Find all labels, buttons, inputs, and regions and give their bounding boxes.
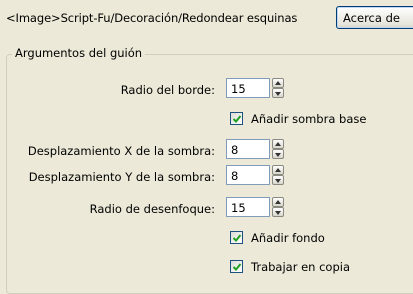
blur-radius-label: Radio de desenfoque: (89, 202, 215, 216)
border-radius-label: Radio del borde: (120, 83, 215, 97)
spin-up-icon[interactable] (272, 165, 284, 175)
shadow-y-offset-label: Desplazamiento Y de la sombra: (28, 170, 215, 184)
blur-radius-spinner[interactable] (272, 197, 284, 217)
spin-down-icon[interactable] (272, 175, 284, 185)
checkmark-icon (232, 263, 242, 271)
shadow-y-offset-spinner[interactable] (272, 165, 284, 185)
spin-up-icon[interactable] (272, 139, 284, 149)
checkbox-box[interactable] (230, 260, 243, 273)
checkbox-label: Añadir fondo (251, 231, 325, 245)
about-button[interactable]: Acerca de (336, 6, 413, 29)
shadow-x-offset-label: Desplazamiento X de la sombra: (27, 144, 215, 158)
script-header: <Image>Script-Fu/Decoración/Redondear es… (0, 0, 413, 34)
spin-down-icon[interactable] (272, 149, 284, 159)
spin-down-icon[interactable] (272, 88, 284, 98)
shadow-x-offset-input[interactable] (226, 139, 270, 159)
spin-up-icon[interactable] (272, 197, 284, 207)
checkbox-box[interactable] (230, 112, 243, 125)
group-title: Argumentos del guión (12, 46, 146, 60)
border-radius-input[interactable] (226, 78, 270, 98)
border-radius-spinner[interactable] (272, 78, 284, 98)
spin-up-icon[interactable] (272, 78, 284, 88)
checkbox-label: Trabajar en copia (251, 260, 351, 274)
spin-down-icon[interactable] (272, 207, 284, 217)
script-path-label: <Image>Script-Fu/Decoración/Redondear es… (6, 11, 298, 25)
blur-radius-input[interactable] (226, 197, 270, 217)
checkmark-icon (232, 115, 242, 123)
shadow-x-offset-spinner[interactable] (272, 139, 284, 159)
checkbox-label: Añadir sombra base (251, 112, 367, 126)
checkmark-icon (232, 234, 242, 242)
checkbox-box[interactable] (230, 231, 243, 244)
shadow-y-offset-input[interactable] (226, 165, 270, 185)
